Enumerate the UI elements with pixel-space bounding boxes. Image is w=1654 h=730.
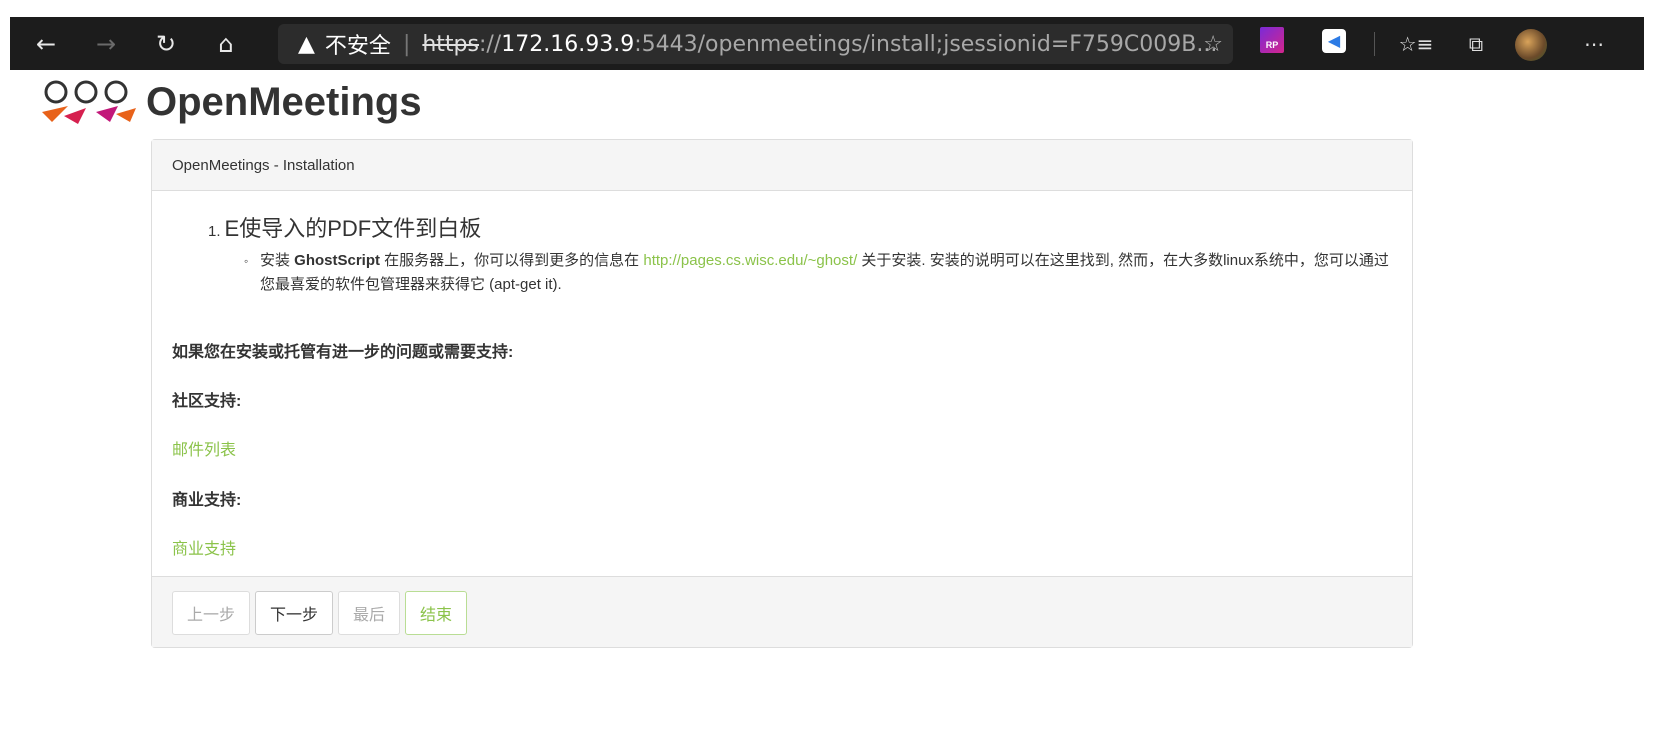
refresh-icon[interactable]: ↻	[146, 24, 186, 64]
openmeetings-logo-icon	[42, 80, 136, 124]
profile-avatar[interactable]	[1515, 29, 1547, 61]
browser-toolbar: ← → ↻ ⌂ ▲ 不安全 | https://172.16.93.9:5443…	[10, 17, 1644, 70]
ghostscript-link[interactable]: http://pages.cs.wisc.edu/~ghost/	[643, 252, 857, 269]
url-scheme-separator: ://	[478, 31, 502, 57]
url-path: :5443/openmeetings/install;jsessionid=F7…	[634, 31, 1218, 57]
collections-icon[interactable]: ⧉	[1456, 24, 1496, 64]
mailing-list-link[interactable]: 邮件列表	[172, 436, 236, 460]
warning-icon[interactable]: ▲	[298, 32, 315, 57]
step-number: 1.	[208, 223, 221, 240]
insecure-label[interactable]: 不安全	[325, 28, 391, 60]
address-separator: |	[402, 31, 411, 57]
back-icon[interactable]: ←	[26, 24, 66, 64]
support-question: 如果您在安装或托管有进一步的问题或需要支持:	[172, 344, 514, 361]
step-detail: ◦ 安装 GhostScript 在服务器上，你可以得到更多的信息在 http:…	[244, 249, 1390, 297]
step-item: 1. E使导入的PDF文件到白板	[208, 211, 1392, 243]
favorites-list-icon[interactable]: ☆≡	[1396, 24, 1436, 64]
rp-extension-label: RP	[1265, 40, 1279, 50]
toolbar-divider	[1374, 32, 1375, 56]
community-support-heading: 社区支持:	[172, 393, 242, 410]
panel-heading-text: OpenMeetings - Installation	[172, 156, 355, 174]
step-title: E使导入的PDF文件到白板	[224, 216, 482, 241]
detail-middle: 在服务器上，你可以得到更多的信息在	[380, 252, 644, 269]
more-menu-icon[interactable]: ⋯	[1574, 24, 1614, 64]
app-title: OpenMeetings	[146, 79, 422, 124]
finish-button[interactable]: 结束	[405, 591, 468, 635]
commercial-support-heading: 商业支持:	[172, 492, 242, 509]
home-icon[interactable]: ⌂	[206, 24, 246, 64]
k-extension-icon[interactable]: ◀	[1322, 29, 1346, 53]
favorite-star-icon[interactable]: ☆	[1203, 32, 1223, 57]
app-logo[interactable]: OpenMeetings	[38, 78, 422, 126]
panel-footer: 上一步 下一步 最后 结束	[152, 576, 1412, 647]
forward-icon[interactable]: →	[86, 24, 126, 64]
next-button[interactable]: 下一步	[255, 591, 334, 635]
panel-heading: OpenMeetings - Installation	[152, 140, 1412, 191]
commercial-support-link[interactable]: 商业支持	[172, 535, 236, 559]
detail-prefix: 安装	[260, 252, 295, 269]
step-list: 1. E使导入的PDF文件到白板 ◦ 安装 GhostScript 在服务器上，你…	[208, 211, 1392, 297]
address-bar[interactable]: ▲ 不安全 | https://172.16.93.9:5443/openmee…	[278, 24, 1233, 64]
url-scheme: https	[422, 31, 479, 57]
url-host: 172.16.93.9	[501, 31, 635, 57]
panel-body: 1. E使导入的PDF文件到白板 ◦ 安装 GhostScript 在服务器上，你…	[152, 191, 1412, 577]
ghostscript-label: GhostScript	[294, 252, 381, 269]
bullet-icon: ◦	[244, 254, 249, 268]
rp-extension-icon[interactable]: RP	[1260, 27, 1284, 53]
previous-button[interactable]: 上一步	[172, 591, 251, 635]
last-button[interactable]: 最后	[338, 591, 401, 635]
install-panel: OpenMeetings - Installation 1. E使导入的PDF文件…	[151, 139, 1413, 648]
